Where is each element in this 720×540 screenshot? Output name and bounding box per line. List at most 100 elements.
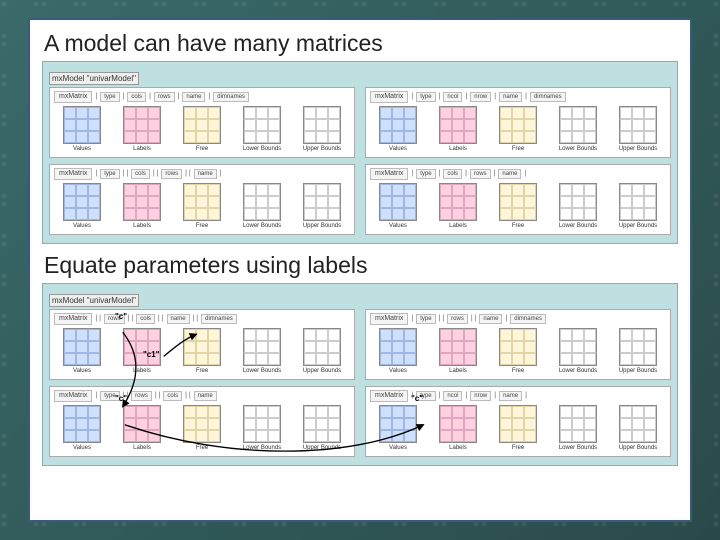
cell-ubound: Upper Bounds bbox=[294, 106, 350, 152]
hdr-rows: rows bbox=[161, 169, 182, 180]
diagram-equate-labels: mxModel "univarModel" mxMatrix | | rows … bbox=[42, 283, 678, 466]
hdr-type: type bbox=[416, 314, 435, 325]
hdr-name: name bbox=[498, 169, 521, 180]
matrix-row: Values Labels Free Lower Bounds Upper Bo… bbox=[370, 106, 666, 152]
cell-free: Free bbox=[174, 405, 230, 451]
matrix-panel: mxMatrix | type | | rows | | cols | | na… bbox=[49, 386, 355, 457]
cell-ubound: Upper Bounds bbox=[610, 405, 666, 451]
cell-lbound: Lower Bounds bbox=[550, 328, 606, 374]
cell-labels: Labels bbox=[114, 183, 170, 229]
annotation-c-top: "c" bbox=[115, 312, 127, 321]
matrix-panel: mxMatrix | type | | rows | | name | dimn… bbox=[365, 309, 671, 380]
matrix-panel: mxMatrix | type | cols | rows | name | V… bbox=[365, 164, 671, 235]
panel-header: mxMatrix | type | ncol | nrow | name | d… bbox=[370, 91, 666, 103]
hdr-cols: cols bbox=[127, 92, 146, 103]
cell-free: Free bbox=[174, 183, 230, 229]
matrix-row: Values Labels Free Lower Bounds Upper Bo… bbox=[54, 106, 350, 152]
matrix-panel: mxMatrix | type | cols | rows | name | d… bbox=[49, 87, 355, 158]
hdr-name: name bbox=[194, 391, 217, 402]
matrix-panel: mxMatrix | type | ncol | nrow | name | d… bbox=[365, 87, 671, 158]
mxmatrix-label: mxMatrix bbox=[54, 390, 92, 402]
cell-labels: Labels bbox=[430, 328, 486, 374]
mxmatrix-label: mxMatrix bbox=[370, 390, 408, 402]
hdr-dim: dimnames bbox=[530, 92, 566, 103]
cell-values: Values bbox=[370, 106, 426, 152]
mxmatrix-label: mxMatrix bbox=[370, 168, 408, 180]
diagram1-right-stack: mxMatrix | type | ncol | nrow | name | d… bbox=[365, 87, 671, 235]
cell-values: Values bbox=[54, 405, 110, 451]
hdr-name: name bbox=[499, 92, 522, 103]
cell-lbound: Lower Bounds bbox=[550, 183, 606, 229]
hdr-name: name bbox=[182, 92, 205, 103]
mxmatrix-label: mxMatrix bbox=[54, 168, 92, 180]
hdr-rows: rows bbox=[447, 314, 468, 325]
hdr-name: name bbox=[499, 391, 522, 402]
panel-header: mxMatrix | type | | cols | | rows | | na… bbox=[54, 168, 350, 180]
hdr-nrow: nrow bbox=[470, 391, 491, 402]
hdr-name: name bbox=[194, 169, 217, 180]
cell-free: Free bbox=[490, 106, 546, 152]
diagram2-left-stack: mxMatrix | | rows | | cols | | name | | … bbox=[49, 309, 355, 457]
heading-1: A model can have many matrices bbox=[44, 30, 678, 57]
heading-2: Equate parameters using labels bbox=[44, 252, 678, 279]
model-header-label: mxModel "univarModel" bbox=[49, 72, 139, 85]
cell-labels: Labels bbox=[430, 183, 486, 229]
mxmatrix-label: mxMatrix bbox=[370, 313, 408, 325]
hdr-cols: cols bbox=[131, 169, 150, 180]
diagram1-left-stack: mxMatrix | type | cols | rows | name | d… bbox=[49, 87, 355, 235]
hdr-name: name bbox=[479, 314, 502, 325]
cell-free: Free bbox=[490, 405, 546, 451]
cell-values: Values bbox=[370, 405, 426, 451]
hdr-rows: rows bbox=[470, 169, 491, 180]
diagram2-right-stack: mxMatrix | type | | rows | | name | dimn… bbox=[365, 309, 671, 457]
panel-header: mxMatrix | type | cols | rows | name | bbox=[370, 168, 666, 180]
hdr-type: type bbox=[416, 169, 435, 180]
cell-labels: Labels bbox=[114, 106, 170, 152]
cell-labels: Labels bbox=[430, 405, 486, 451]
annotation-c1: "c1" bbox=[143, 350, 159, 359]
diagram1-row: mxMatrix | type | cols | rows | name | d… bbox=[49, 87, 671, 235]
hdr-ncol: ncol bbox=[443, 391, 462, 402]
mxmatrix-label: mxMatrix bbox=[54, 91, 92, 103]
cell-labels: Labels bbox=[114, 328, 170, 374]
cell-labels: Labels bbox=[114, 405, 170, 451]
matrix-row: Values Labels Free Lower Bounds Upper Bo… bbox=[370, 405, 666, 451]
cell-lbound: Lower Bounds bbox=[234, 106, 290, 152]
mxmatrix-label: mxMatrix bbox=[54, 313, 92, 325]
slide-content: A model can have many matrices mxModel "… bbox=[28, 18, 692, 522]
hdr-nrow: nrow bbox=[470, 92, 491, 103]
cell-free: Free bbox=[490, 183, 546, 229]
diagram-many-matrices: mxModel "univarModel" mxMatrix | type | … bbox=[42, 61, 678, 244]
hdr-cols: cols bbox=[163, 391, 182, 402]
annotation-c-bottom-right: "c" bbox=[411, 394, 423, 403]
panel-header: mxMatrix | type | | rows | | name | dimn… bbox=[370, 313, 666, 325]
hdr-rows: rows bbox=[131, 391, 152, 402]
cell-free: Free bbox=[174, 106, 230, 152]
hdr-dim: dimnames bbox=[213, 92, 249, 103]
cell-values: Values bbox=[54, 183, 110, 229]
cell-ubound: Upper Bounds bbox=[610, 106, 666, 152]
hdr-dim: dimnames bbox=[201, 314, 237, 325]
cell-lbound: Lower Bounds bbox=[234, 183, 290, 229]
hdr-type: type bbox=[100, 92, 119, 103]
hdr-ncol: ncol bbox=[443, 92, 462, 103]
cell-ubound: Upper Bounds bbox=[610, 183, 666, 229]
matrix-row: Values Labels Free Lower Bounds Upper Bo… bbox=[370, 183, 666, 229]
diagram2-row: mxMatrix | | rows | | cols | | name | | … bbox=[49, 309, 671, 457]
cell-labels: Labels bbox=[430, 106, 486, 152]
matrix-row: Values Labels Free Lower Bounds Upper Bo… bbox=[54, 328, 350, 374]
matrix-row: Values Labels Free Lower Bounds Upper Bo… bbox=[54, 183, 350, 229]
cell-ubound: Upper Bounds bbox=[294, 328, 350, 374]
matrix-row: Values Labels Free Lower Bounds Upper Bo… bbox=[54, 405, 350, 451]
cell-ubound: Upper Bounds bbox=[610, 328, 666, 374]
hdr-type: type bbox=[100, 169, 119, 180]
annotation-c-bottom-left: "c" bbox=[115, 394, 127, 403]
cell-lbound: Lower Bounds bbox=[550, 405, 606, 451]
matrix-panel: mxMatrix | | rows | | cols | | name | | … bbox=[49, 309, 355, 380]
panel-header: mxMatrix | type | | rows | | cols | | na… bbox=[54, 390, 350, 402]
panel-header: mxMatrix | type | cols | rows | name | d… bbox=[54, 91, 350, 103]
cell-free: Free bbox=[490, 328, 546, 374]
cell-values: Values bbox=[370, 183, 426, 229]
hdr-rows: rows bbox=[154, 92, 175, 103]
matrix-row: Values Labels Free Lower Bounds Upper Bo… bbox=[370, 328, 666, 374]
